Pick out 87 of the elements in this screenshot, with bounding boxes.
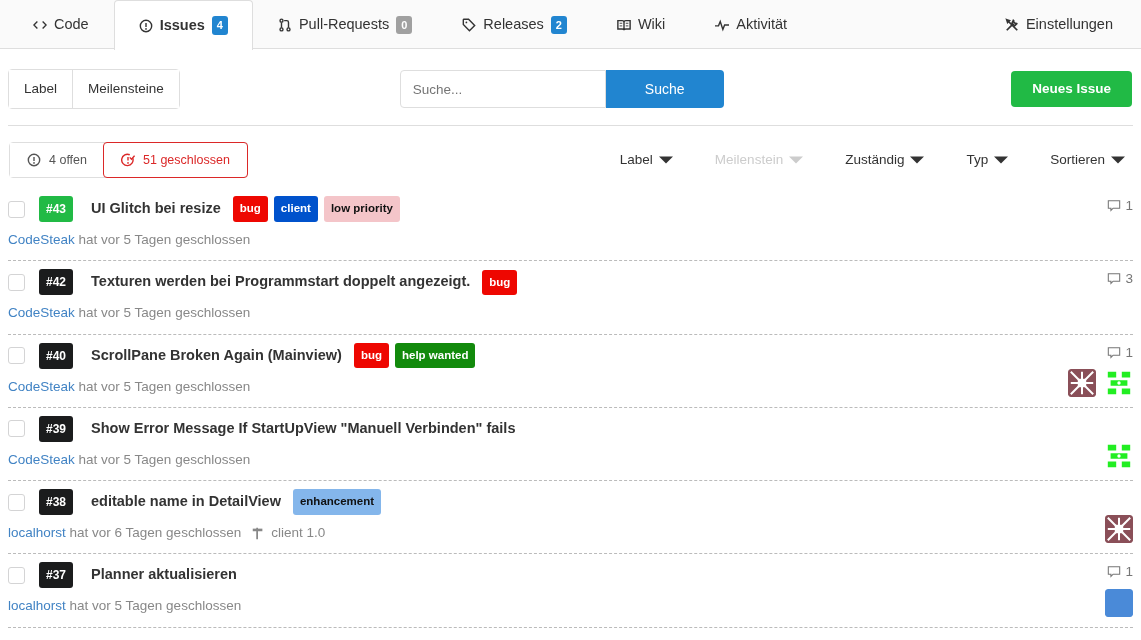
comment-count: 1: [1125, 563, 1133, 582]
issue-meta: hat vor 6 Tagen geschlossen: [69, 525, 242, 540]
author-link[interactable]: CodeSteak: [8, 232, 75, 247]
tab[interactable]: Pull-Requests 0: [252, 0, 438, 49]
tab-label: Einstellungen: [1025, 15, 1113, 35]
tab[interactable]: Issues 4: [113, 0, 253, 50]
checkbox[interactable]: [8, 493, 25, 511]
book-icon: [616, 18, 631, 32]
author-link[interactable]: localhorst: [8, 598, 66, 614]
author-link[interactable]: CodeSteak: [8, 305, 75, 321]
issue-meta: hat vor 5 Tagen geschlossen: [78, 378, 251, 394]
issue-label[interactable]: low priority: [323, 196, 400, 222]
issue-label[interactable]: enhancement: [292, 489, 382, 515]
milestone-link[interactable]: client 1.0: [271, 523, 326, 544]
checkbox[interactable]: [8, 200, 25, 218]
filter-label: Sortieren: [1050, 150, 1105, 169]
checkbox[interactable]: [8, 347, 25, 364]
tab[interactable]: Code: [8, 0, 114, 49]
comment-count: 3: [1125, 270, 1133, 289]
count-badge: 2: [550, 15, 567, 35]
tag-icon: [462, 18, 477, 32]
count-badge: 0: [396, 15, 413, 35]
tab-label: Wiki: [637, 15, 666, 35]
issue-title[interactable]: ScrollPane Broken Again (Mainview): [91, 344, 342, 367]
count-badge: 4: [211, 16, 228, 35]
tab-label: 51 geschlossen: [143, 151, 230, 169]
issue-meta: hat vor 5 Tagen geschlossen: [78, 305, 251, 321]
checkbox[interactable]: [8, 566, 25, 584]
tab-label: Code: [54, 15, 89, 35]
comment-count: 1: [1125, 197, 1133, 215]
issue-title[interactable]: Texturen werden bei Programmstart doppelt angezeigt.: [91, 271, 471, 294]
comment-count: 1: [1125, 343, 1133, 362]
issue-title[interactable]: UI Glitch bei resize: [91, 198, 221, 220]
issue-number: #39: [39, 415, 74, 442]
filter-label: Typ: [966, 150, 989, 169]
author-link[interactable]: localhorst: [8, 525, 66, 540]
issue-label[interactable]: bug: [482, 269, 518, 295]
issue-number: #42: [39, 269, 74, 296]
pull-request-icon: [277, 18, 292, 32]
filter-dropdown[interactable]: Typ: [966, 149, 1009, 171]
filter-dropdown[interactable]: Sortieren: [1050, 149, 1125, 171]
settings-tab[interactable]: Einstellungen: [979, 0, 1141, 49]
tab-label: 4 offen: [49, 151, 87, 169]
issue-meta: hat vor 5 Tagen geschlossen: [69, 598, 242, 614]
issue-icon: [27, 153, 41, 167]
tab[interactable]: Releases 2: [437, 0, 592, 49]
issue-closed-icon: [121, 153, 135, 167]
filter-dropdown[interactable]: Zuständig: [845, 149, 925, 171]
issue-meta: hat vor 5 Tagen geschlossen: [78, 451, 251, 467]
tools-icon: [1004, 18, 1019, 32]
code-icon: [33, 18, 47, 32]
search-field[interactable]: Suche...: [399, 70, 606, 108]
issue-label[interactable]: help wanted: [394, 342, 476, 369]
filter-label: Zuständig: [845, 150, 905, 169]
photo-placeholder: [1105, 588, 1133, 617]
tab[interactable]: Aktivität: [690, 0, 813, 49]
pulse-icon: [715, 18, 730, 32]
tab-label: Aktivität: [736, 15, 788, 35]
issue-title[interactable]: Show Error Message If StartUpView "Manuell Verbinden" fails: [91, 417, 516, 440]
issue-icon: [138, 18, 153, 33]
issue-title[interactable]: editable name in DetailView: [91, 491, 281, 513]
issue-number: #38: [39, 489, 74, 515]
issue-number: #40: [39, 342, 74, 369]
filter-dropdown[interactable]: Label: [619, 149, 673, 171]
comment-icon: [1107, 272, 1122, 287]
author-link[interactable]: CodeSteak: [8, 378, 75, 394]
issue-title[interactable]: Planner aktualisieren: [91, 564, 237, 587]
issue-number: #37: [39, 562, 74, 589]
search-button[interactable]: Suche: [605, 70, 724, 108]
issue-meta: hat vor 5 Tagen geschlossen: [78, 232, 251, 247]
tab-label: Pull-Requests: [298, 15, 390, 35]
comment-icon: [1107, 345, 1122, 360]
checkbox[interactable]: [8, 273, 25, 291]
issue-label[interactable]: client: [273, 196, 318, 222]
issue-label[interactable]: bug: [353, 342, 389, 369]
tab-label: Releases: [483, 15, 544, 35]
issue-label[interactable]: bug: [232, 196, 268, 222]
toolbar-button[interactable]: Meilensteine: [72, 70, 179, 108]
tab-label: Issues: [159, 15, 205, 35]
issue-number: #43: [39, 196, 74, 222]
comment-icon: [1107, 565, 1122, 580]
tab[interactable]: Wiki: [591, 0, 691, 49]
checkbox[interactable]: [8, 420, 25, 438]
filter-label: Label: [619, 150, 653, 169]
comment-icon: [1107, 199, 1122, 214]
author-link[interactable]: CodeSteak: [8, 451, 75, 467]
state-tab[interactable]: 51 geschlossen: [104, 143, 247, 177]
